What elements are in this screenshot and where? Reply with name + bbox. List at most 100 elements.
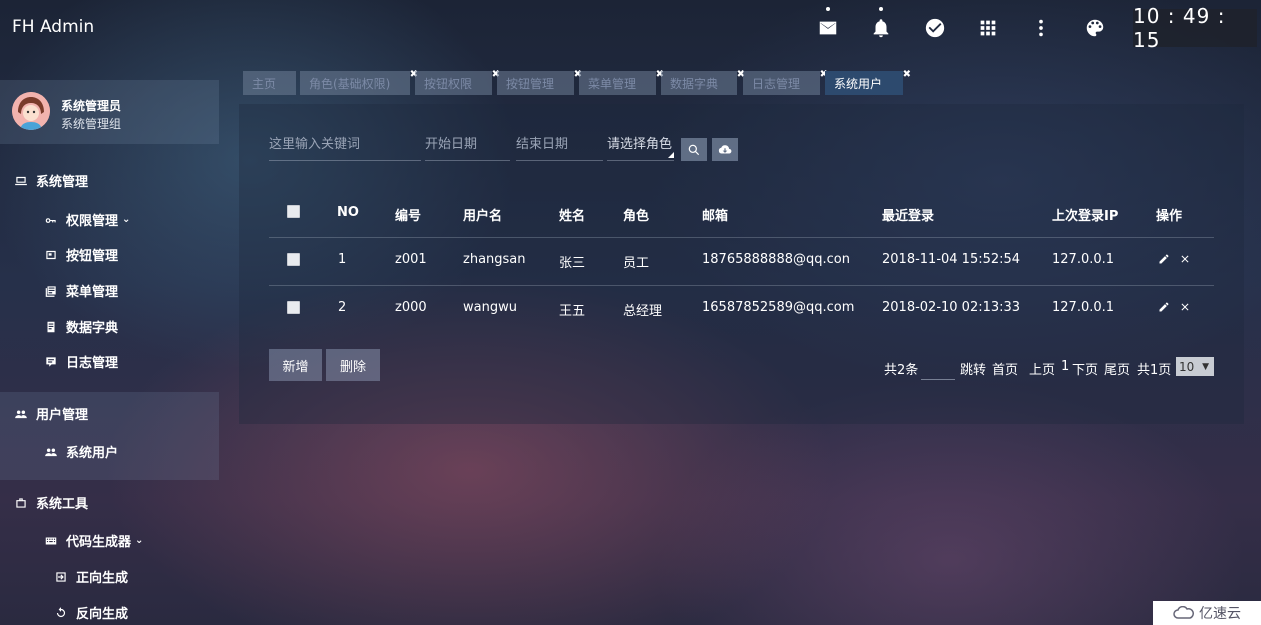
search-button[interactable]: [681, 138, 707, 161]
delete-button[interactable]: 删除: [326, 349, 380, 381]
sidebar-item-label: 按钮管理: [66, 249, 119, 264]
role-select[interactable]: 请选择角色: [607, 125, 674, 161]
pager-pages: 共1页: [1137, 363, 1172, 378]
sidebar-item-forward-gen[interactable]: 正向生成: [54, 567, 128, 586]
user-name: 系统管理员: [61, 99, 122, 113]
tab-label: 按钮权限: [424, 76, 473, 91]
check-circle-icon[interactable]: [921, 14, 949, 42]
caret-down-icon: ▼: [1202, 361, 1209, 372]
sidebar-item-permission[interactable]: 权限管理 ⌄: [44, 210, 130, 229]
col-header-code: 编号: [395, 209, 422, 224]
sidebar-item-label: 系统工具: [36, 497, 89, 512]
col-header-last-ip: 上次登录IP: [1052, 209, 1119, 224]
sidebar-item-system-tools[interactable]: 系统工具: [14, 493, 88, 512]
pager-prev[interactable]: 上页: [1029, 359, 1055, 378]
mail-icon[interactable]: [814, 14, 842, 42]
palette-icon[interactable]: [1081, 14, 1109, 42]
tab-log-mgmt[interactable]: 日志管理 ✖: [743, 69, 828, 95]
avatar: [12, 92, 50, 130]
sidebar-item-dictionary[interactable]: 数据字典: [44, 317, 118, 336]
pager-first[interactable]: 首页: [992, 359, 1018, 378]
cell-last-login: 2018-02-10 02:13:33: [882, 300, 1021, 315]
tab-label: 菜单管理: [588, 76, 637, 91]
row-checkbox[interactable]: [287, 301, 300, 314]
pencil-icon: [1159, 254, 1169, 264]
export-button[interactable]: [712, 138, 738, 161]
page-jump-input[interactable]: [921, 358, 955, 380]
tab-home[interactable]: 主页: [243, 71, 296, 95]
pager-jump[interactable]: 跳转: [960, 359, 986, 378]
sidebar-item-label: 正向生成: [76, 571, 129, 586]
sidebar-item-menu-mgmt[interactable]: 菜单管理: [44, 281, 118, 300]
sidebar-item-label: 用户管理: [36, 408, 89, 423]
apps-grid-icon[interactable]: [974, 14, 1002, 42]
chevron-down-icon: ⌄: [135, 535, 144, 546]
start-date-placeholder: 开始日期: [425, 137, 478, 152]
watermark-logo: 亿速云: [1153, 601, 1261, 625]
edit-button[interactable]: [1158, 301, 1170, 317]
end-date-field[interactable]: 结束日期: [516, 125, 603, 161]
keyboard-icon: [45, 537, 57, 544]
close-icon: [1181, 303, 1189, 311]
pager-current: 1: [1061, 359, 1070, 374]
tab-role[interactable]: 角色(基础权限) ✖: [300, 69, 418, 95]
search-icon: [688, 144, 700, 155]
sidebar-item-reverse-gen[interactable]: 反向生成: [54, 603, 128, 622]
add-button[interactable]: 新增: [269, 349, 322, 381]
search-input[interactable]: 这里输入关键词: [269, 125, 421, 161]
cell-code: z001: [395, 252, 427, 267]
refresh-icon: [56, 606, 66, 617]
top-bar: FH Admin 10 : 49 : 15: [0, 0, 1261, 56]
delete-row-button[interactable]: [1179, 301, 1191, 317]
sidebar-item-label: 权限管理: [66, 214, 119, 229]
cell-code: z000: [395, 300, 427, 315]
col-header-role: 角色: [623, 209, 650, 224]
pager-next[interactable]: 下页: [1072, 359, 1098, 378]
tab-menu-mgmt[interactable]: 菜单管理 ✖: [579, 69, 664, 95]
sidebar-item-user-management[interactable]: 用户管理: [14, 404, 88, 423]
sidebar-item-log-mgmt[interactable]: 日志管理: [44, 352, 118, 371]
cell-name: 王五: [559, 304, 586, 319]
tab-system-users[interactable]: 系统用户 ✖: [825, 69, 911, 95]
tab-label: 角色(基础权限): [309, 76, 391, 91]
start-date-field[interactable]: 开始日期: [425, 125, 510, 161]
close-icon: [1181, 255, 1189, 263]
tab-label: 主页: [252, 76, 277, 91]
cell-last-login: 2018-11-04 15:52:54: [882, 252, 1021, 267]
cell-role: 总经理: [623, 304, 663, 319]
edit-button[interactable]: [1158, 253, 1170, 269]
sidebar-item-system-management[interactable]: 系统管理: [14, 171, 88, 190]
sidebar-item-label: 反向生成: [76, 607, 129, 622]
select-all-checkbox[interactable]: [287, 205, 300, 218]
cell-role: 员工: [623, 256, 650, 271]
tab-button-permission[interactable]: 按钮权限 ✖: [415, 69, 500, 95]
briefcase-icon: [16, 497, 26, 508]
pager-last[interactable]: 尾页: [1104, 359, 1130, 378]
page-size-select[interactable]: 10 ▼: [1176, 357, 1214, 376]
end-date-placeholder: 结束日期: [516, 137, 569, 152]
role-select-value: 请选择角色: [607, 137, 673, 152]
sidebar-item-button-mgmt[interactable]: 按钮管理: [44, 245, 118, 264]
user-card[interactable]: 系统管理员 系统管理组: [0, 80, 219, 144]
row-divider: [269, 285, 1214, 286]
page-size-value: 10: [1179, 359, 1195, 374]
select-corner-icon: [668, 152, 674, 158]
col-header-name: 姓名: [559, 209, 586, 224]
cell-username: zhangsan: [463, 252, 526, 267]
col-header-username: 用户名: [463, 209, 503, 224]
login-icon: [56, 571, 66, 582]
more-vertical-icon[interactable]: [1027, 14, 1055, 42]
bell-icon[interactable]: [867, 14, 895, 42]
col-header-no: NO: [337, 205, 359, 220]
book-icon: [47, 321, 55, 332]
close-icon[interactable]: ✖: [903, 69, 911, 80]
tab-label: 数据字典: [670, 76, 719, 91]
sidebar-item-system-users[interactable]: 系统用户: [44, 442, 118, 461]
tab-dictionary[interactable]: 数据字典 ✖: [661, 69, 745, 95]
delete-row-button[interactable]: [1179, 253, 1191, 269]
key-icon: [45, 217, 56, 223]
sidebar-item-code-generator[interactable]: 代码生成器 ⌄: [44, 531, 143, 550]
tab-button-mgmt[interactable]: 按钮管理 ✖: [497, 69, 582, 95]
users-icon: [15, 410, 27, 418]
row-checkbox[interactable]: [287, 253, 300, 266]
